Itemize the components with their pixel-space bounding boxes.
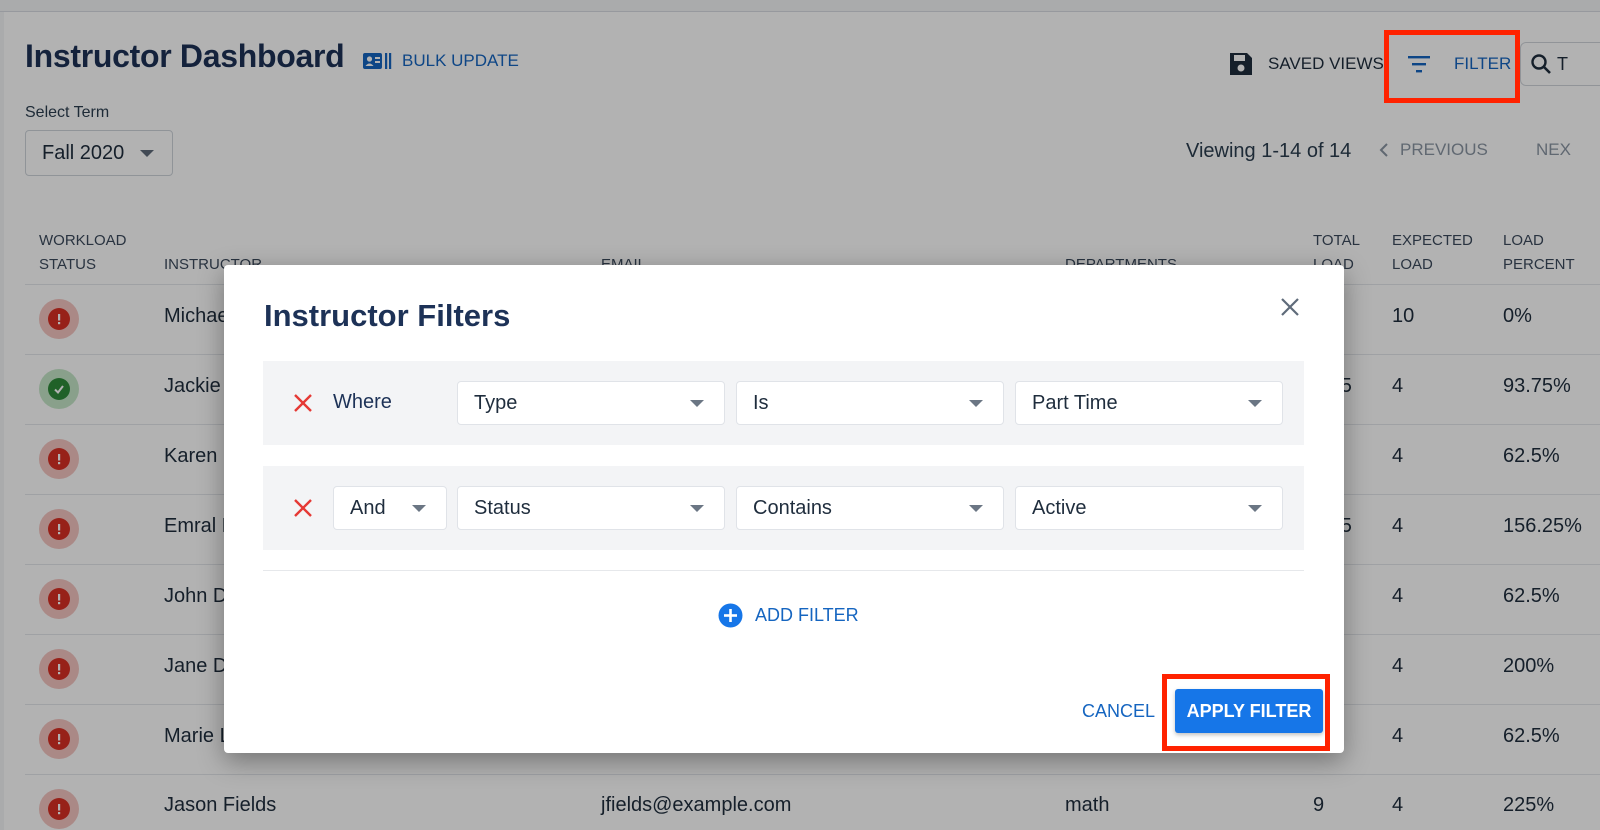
chevron-down-icon	[1248, 505, 1262, 512]
add-circle-icon	[718, 603, 743, 628]
instructor-filters-dialog: Instructor Filters Where Type Is Part Ti…	[224, 265, 1344, 753]
chevron-down-icon	[412, 505, 426, 512]
filter-operator-value: Contains	[753, 496, 832, 519]
remove-filter-button[interactable]	[291, 496, 315, 520]
filter-value-text: Part Time	[1032, 391, 1118, 414]
filter-field-value: Type	[474, 391, 518, 414]
close-button[interactable]	[1276, 293, 1304, 321]
remove-filter-button[interactable]	[291, 391, 315, 415]
filter-connector-value: And	[350, 496, 386, 519]
filter-field-select[interactable]: Status	[457, 486, 725, 530]
filter-field-select[interactable]: Type	[457, 381, 725, 425]
filter-value-text: Active	[1032, 496, 1087, 519]
filter-connector-label: Where	[333, 391, 392, 413]
chevron-down-icon	[690, 400, 704, 407]
filter-connector-select[interactable]: And	[333, 486, 447, 530]
filter-row: And Status Contains Active	[263, 466, 1304, 550]
filter-value-select[interactable]: Part Time	[1015, 381, 1283, 425]
filter-row: Where Type Is Part Time	[263, 361, 1304, 445]
chevron-down-icon	[969, 505, 983, 512]
filter-highlight-box	[1384, 30, 1520, 103]
apply-highlight-box	[1162, 674, 1330, 751]
filter-field-value: Status	[474, 496, 531, 519]
chevron-down-icon	[690, 505, 704, 512]
chevron-down-icon	[1248, 400, 1262, 407]
filter-operator-select[interactable]: Contains	[736, 486, 1004, 530]
filter-operator-value: Is	[753, 391, 769, 414]
dialog-divider	[263, 570, 1304, 571]
remove-icon	[294, 499, 312, 517]
filter-operator-select[interactable]: Is	[736, 381, 1004, 425]
cancel-button[interactable]: CANCEL	[1082, 701, 1155, 722]
add-filter-button[interactable]: ADD FILTER	[718, 603, 859, 628]
filter-value-select[interactable]: Active	[1015, 486, 1283, 530]
chevron-down-icon	[969, 400, 983, 407]
remove-icon	[294, 394, 312, 412]
dialog-title: Instructor Filters	[264, 298, 511, 333]
close-icon	[1281, 298, 1299, 316]
add-filter-label: ADD FILTER	[755, 605, 859, 625]
